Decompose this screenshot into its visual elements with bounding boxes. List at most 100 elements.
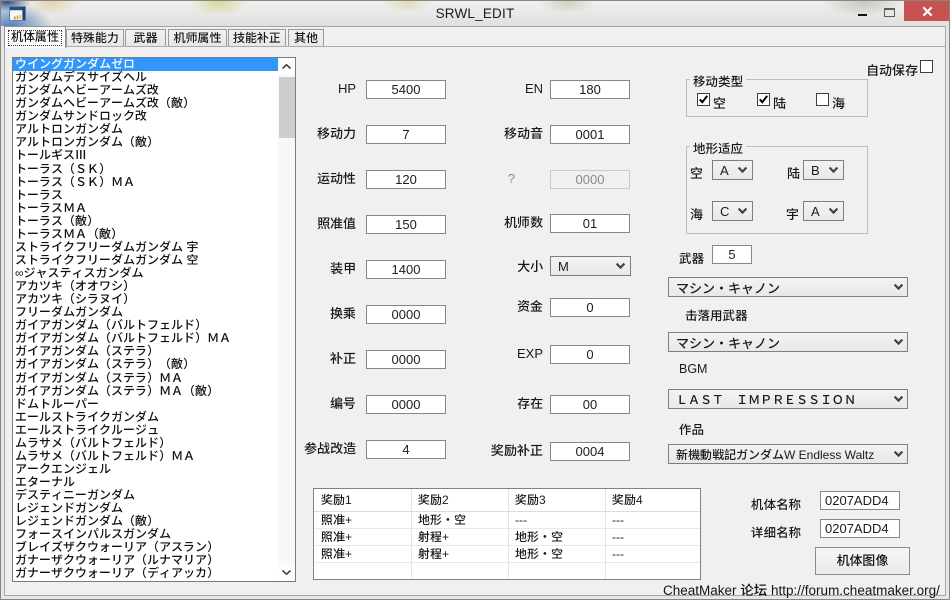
list-item[interactable]: ガイアガンダム（ステラ）ＭＡ [13, 372, 278, 385]
bonus-cell [508, 563, 515, 580]
move-type-checkbox-2[interactable] [816, 93, 829, 106]
field-input-移动音[interactable]: 0001 [550, 125, 630, 144]
list-item[interactable]: トーラス（ＳＫ）ＭＡ [13, 176, 278, 189]
title-bar[interactable]: SRWL_EDIT [1, 1, 949, 26]
scroll-up-button[interactable] [278, 58, 295, 75]
unit-listbox[interactable]: ウイングガンダムゼロ ガンダムデスサイズヘル ガンダムヘビーアームズ改 ガンダム… [12, 57, 296, 582]
field-label-EXP: EXP [443, 346, 543, 362]
minimize-icon [858, 14, 867, 17]
weapon-count-input[interactable]: 5 [712, 245, 752, 264]
field-label-补正: 补正 [256, 351, 356, 367]
field-input-机师数[interactable]: 01 [550, 214, 630, 233]
check-icon [758, 94, 769, 105]
terrain-label: 宇 [786, 204, 799, 223]
bonus-header: 奖励4 [605, 489, 643, 512]
list-item[interactable]: エールストライクルージュ [13, 424, 278, 437]
terrain-combobox-1[interactable]: B [803, 160, 844, 180]
field-input-存在[interactable]: 00 [550, 395, 630, 414]
bgm-label: BGM [679, 362, 707, 376]
list-item[interactable]: トーラスＭＡ [13, 202, 278, 215]
table-row-line [314, 562, 700, 563]
autosave-checkbox[interactable] [920, 60, 933, 73]
terrain-combobox-2[interactable]: C [712, 201, 753, 221]
chevron-down-icon [829, 208, 838, 214]
minimize-button[interactable] [847, 12, 868, 20]
field-input-资金[interactable]: 0 [550, 298, 630, 317]
shootdown-combobox[interactable]: マシン・キャノン [668, 332, 908, 352]
move-type-title: 移动类型 [690, 71, 746, 90]
bonus-cell: 地形・空 [508, 546, 563, 563]
move-type-checkbox-1[interactable] [757, 93, 770, 106]
field-input-HP[interactable]: 5400 [366, 80, 446, 99]
detail-name-input[interactable]: 0207ADD4 [820, 519, 900, 538]
list-item[interactable]: ガイアガンダム（ステラ）ＭＡ（敵） [13, 385, 278, 398]
field-input-照准值[interactable]: 150 [366, 215, 446, 234]
field-label-运动性: 运动性 [256, 171, 356, 187]
detail-name-label: 详细名称 [751, 522, 801, 541]
weapon-combobox[interactable]: マシン・キャノン [668, 277, 908, 297]
bonus-cell [411, 563, 418, 580]
terrain-combobox-0[interactable]: A [712, 160, 753, 180]
chevron-down-icon [894, 284, 903, 290]
field-input-换乘[interactable]: 0000 [366, 305, 446, 324]
bonus-cell: 射程+ [411, 546, 449, 563]
bonus-cell [314, 563, 321, 580]
move-type-checkbox-0[interactable] [697, 93, 710, 106]
unit-name-label: 机体名称 [751, 494, 801, 513]
field-input-移动力[interactable]: 7 [366, 125, 446, 144]
list-item[interactable]: ガナーザクウォーリア（ディアッカ） [13, 567, 278, 580]
list-item[interactable]: トールギスⅢ [13, 149, 278, 162]
table-row-line [314, 545, 700, 546]
app-window: SRWL_EDIT 机体属性 特殊能力 武器 机师属性 技能补正 其他 ウイング… [0, 0, 950, 600]
field-input-EXP[interactable]: 0 [550, 345, 630, 364]
tab-special-abilities[interactable]: 特殊能力 [66, 29, 124, 47]
table-row-line [314, 528, 700, 529]
list-item[interactable]: トーラスＭＡ（敵） [13, 228, 278, 241]
combo-value: マシン・キャノン [676, 333, 780, 351]
field-label-参战改造: 参战改造 [256, 441, 356, 457]
field-input-?[interactable]: 0000 [550, 170, 630, 189]
field-input-装甲[interactable]: 1400 [366, 260, 446, 279]
series-combobox[interactable]: 新機動戦記ガンダムW Endless Waltz [668, 444, 908, 464]
tab-pilot-attributes[interactable]: 机师属性 [168, 29, 227, 47]
list-item[interactable]: エールストライクガンダム [13, 411, 278, 424]
list-item[interactable]: ムラサメ（バルトフェルド）ＭＡ [13, 450, 278, 463]
field-label-机师数: 机师数 [443, 215, 543, 231]
tab-unit-attributes[interactable]: 机体属性 [4, 26, 66, 48]
list-item[interactable]: ガイアガンダム（ステラ）（敵） [13, 358, 278, 371]
close-icon [922, 6, 933, 17]
chevron-down-icon [616, 263, 625, 269]
field-input-EN[interactable]: 180 [550, 80, 630, 99]
tab-weapons[interactable]: 武器 [125, 29, 166, 47]
tab-focus-rect [8, 30, 62, 46]
size-combobox[interactable]: M [550, 256, 631, 276]
series-label: 作品 [679, 419, 704, 438]
field-input-补正[interactable]: 0000 [366, 350, 446, 369]
tab-other[interactable]: 其他 [288, 29, 324, 47]
list-item[interactable]: ムラサメ（バルトフェルド） [13, 437, 278, 450]
move-type-label: 陆 [773, 93, 786, 112]
shootdown-label: 击落用武器 [685, 305, 748, 324]
field-label-移动力: 移动力 [256, 126, 356, 142]
list-item[interactable]: トーラス [13, 189, 278, 202]
list-item[interactable]: ドムトルーパー [13, 398, 278, 411]
bonus-cell: 照准+ [314, 546, 352, 563]
combo-value: B [811, 161, 820, 179]
bgm-combobox[interactable]: ＬＡＳＴ ＩＭＰＲＥＳＳＩＯＮ [668, 389, 908, 409]
terrain-label: 空 [690, 163, 703, 182]
close-button[interactable] [904, 1, 950, 21]
field-input-奖励补正[interactable]: 0004 [550, 442, 630, 461]
bonus-cell: 地形・空 [508, 529, 563, 546]
unit-image-button[interactable]: 机体图像 [815, 547, 910, 575]
unit-name-input[interactable]: 0207ADD4 [820, 491, 900, 510]
list-item[interactable]: ストライクフリーダムガンダム 宇 [13, 241, 278, 254]
field-input-参战改造[interactable]: 4 [366, 440, 446, 459]
terrain-combobox-3[interactable]: A [803, 201, 844, 221]
list-item[interactable]: トーラス（敵） [13, 215, 278, 228]
bonus-table[interactable]: 奖励1 奖励2 奖励3 奖励4 照准+ 地形・空 --- --- 照准+ 射程+… [313, 488, 701, 580]
list-item[interactable]: トーラス（ＳＫ） [13, 163, 278, 176]
tab-skill-correction[interactable]: 技能补正 [228, 29, 286, 47]
maximize-button[interactable] [884, 8, 895, 17]
scroll-down-button[interactable] [278, 564, 295, 581]
field-input-编号[interactable]: 0000 [366, 395, 446, 414]
